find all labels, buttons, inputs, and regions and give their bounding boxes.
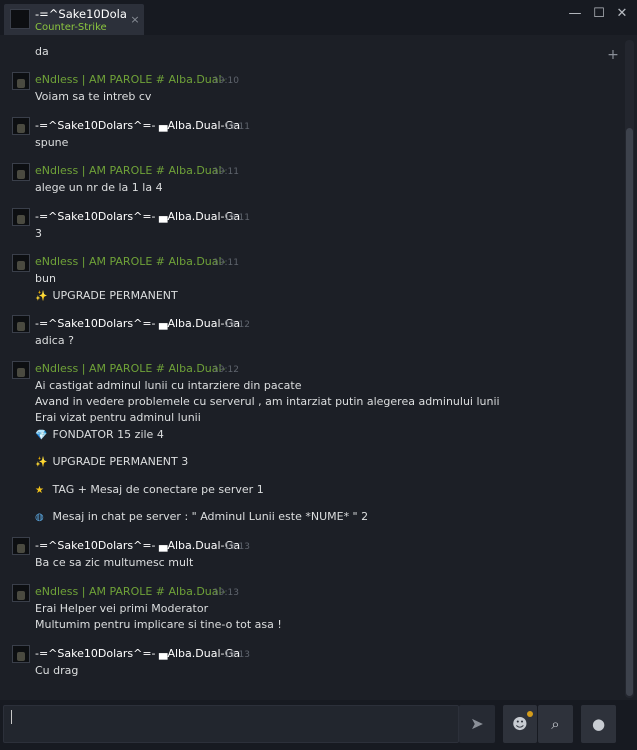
message-text: adica ?	[35, 334, 74, 347]
timestamp: 19:13	[224, 650, 250, 660]
message-text: Mesaj in chat pe server : " Adminul Luni…	[52, 510, 369, 523]
message-text: Ai castigat adminul lunii cu intarziere …	[35, 379, 302, 392]
send-button[interactable]: ➤	[459, 705, 495, 743]
message-text: da	[35, 45, 49, 58]
text-caret	[11, 710, 12, 724]
sender-name[interactable]: eNdless | AM PAROLE # Alba.Dual-	[35, 73, 226, 87]
message-text: Multumim pentru implicare si tine-o tot …	[35, 618, 282, 631]
avatar[interactable]	[12, 315, 30, 333]
avatar[interactable]	[12, 72, 30, 90]
message-line: ★ TAG + Mesaj de conectare pe server 1	[35, 483, 264, 498]
avatar[interactable]	[12, 117, 30, 135]
scrollbar-thumb[interactable]	[626, 128, 633, 696]
tab-avatar	[10, 9, 30, 29]
sender-name[interactable]: -=^Sake10Dolars^=- ▄Alba.Dual-Ga	[35, 210, 240, 224]
sparkle-icon: ✨	[35, 457, 48, 468]
message-text: UPGRADE PERMANENT	[52, 289, 178, 302]
avatar[interactable]	[12, 361, 30, 379]
message-text: spune	[35, 136, 69, 149]
timestamp: 19:11	[213, 167, 239, 177]
sender-name[interactable]: -=^Sake10Dolars^=- ▄Alba.Dual-Ga	[35, 647, 240, 661]
star-icon: ★	[35, 485, 44, 496]
message-text: Ba ce sa zic multumesc mult	[35, 556, 194, 569]
message-line: 💎 FONDATOR 15 zile 4	[35, 428, 164, 443]
message-text: bun	[35, 272, 56, 285]
timestamp: 19:13	[213, 588, 239, 598]
message-line: ✨ UPGRADE PERMANENT 3	[35, 455, 188, 470]
chat-tab[interactable]: -=^Sake10Dolars^ Counter-Strike ×	[4, 4, 144, 35]
globe-icon: ◍	[35, 512, 44, 523]
message-text: Voiam sa te intreb cv	[35, 90, 152, 103]
tab-close-icon[interactable]: ×	[130, 14, 140, 26]
close-window-button[interactable]: ✕	[613, 5, 631, 23]
message-input[interactable]	[3, 705, 459, 743]
sender-name[interactable]: -=^Sake10Dolars^=- ▄Alba.Dual-Ga	[35, 119, 240, 133]
message-line: ◍ Mesaj in chat pe server : " Adminul Lu…	[35, 510, 368, 525]
voice-chat-button[interactable]: ●	[581, 705, 616, 743]
message-text: Erai vizat pentru adminul lunii	[35, 411, 201, 424]
message-text: UPGRADE PERMANENT 3	[52, 455, 189, 468]
message-text: TAG + Mesaj de conectare pe server 1	[52, 483, 264, 496]
timestamp: 19:12	[213, 365, 239, 375]
timestamp: 19:11	[213, 258, 239, 268]
message-text: Avand in vedere problemele cu serverul ,…	[35, 395, 500, 408]
add-friend-to-chat-icon[interactable]: +	[602, 45, 624, 65]
sender-name[interactable]: eNdless | AM PAROLE # Alba.Dual-	[35, 255, 226, 269]
sender-name[interactable]: eNdless | AM PAROLE # Alba.Dual-	[35, 362, 226, 376]
message-text: alege un nr de la 1 la 4	[35, 181, 163, 194]
timestamp: 19:11	[224, 213, 250, 223]
avatar[interactable]	[12, 537, 30, 555]
maximize-button[interactable]: ☐	[590, 5, 608, 23]
diamond-icon: 💎	[35, 430, 48, 441]
timestamp: 19:13	[224, 542, 250, 552]
avatar[interactable]	[12, 645, 30, 663]
sender-name[interactable]: eNdless | AM PAROLE # Alba.Dual-	[35, 585, 226, 599]
new-emoticon-dot	[527, 711, 533, 717]
sender-name[interactable]: -=^Sake10Dolars^=- ▄Alba.Dual-Ga	[35, 539, 240, 553]
timestamp: 19:11	[224, 122, 250, 132]
message-line: ✨ UPGRADE PERMANENT	[35, 289, 178, 304]
message-text: FONDATOR 15 zile 4	[52, 428, 164, 441]
avatar[interactable]	[12, 163, 30, 181]
message-text: 3	[35, 227, 42, 240]
sparkle-icon: ✨	[35, 291, 48, 302]
sender-name[interactable]: eNdless | AM PAROLE # Alba.Dual-	[35, 164, 226, 178]
timestamp: 19:12	[224, 320, 250, 330]
avatar[interactable]	[12, 254, 30, 272]
tab-game-status: Counter-Strike	[35, 22, 107, 33]
avatar[interactable]	[12, 208, 30, 226]
tab-title: -=^Sake10Dolars^	[35, 8, 127, 21]
avatar[interactable]	[12, 584, 30, 602]
minimize-button[interactable]: —	[566, 5, 584, 23]
sender-name[interactable]: -=^Sake10Dolars^=- ▄Alba.Dual-Ga	[35, 317, 240, 331]
message-text: Erai Helper vei primi Moderator	[35, 602, 209, 615]
chat-history: da eNdless | AM PAROLE # Alba.Dual- 19:1…	[0, 35, 622, 697]
message-text: Cu drag	[35, 664, 79, 677]
timestamp: 19:10	[213, 76, 239, 86]
attach-button[interactable]: ⌕	[538, 705, 573, 743]
